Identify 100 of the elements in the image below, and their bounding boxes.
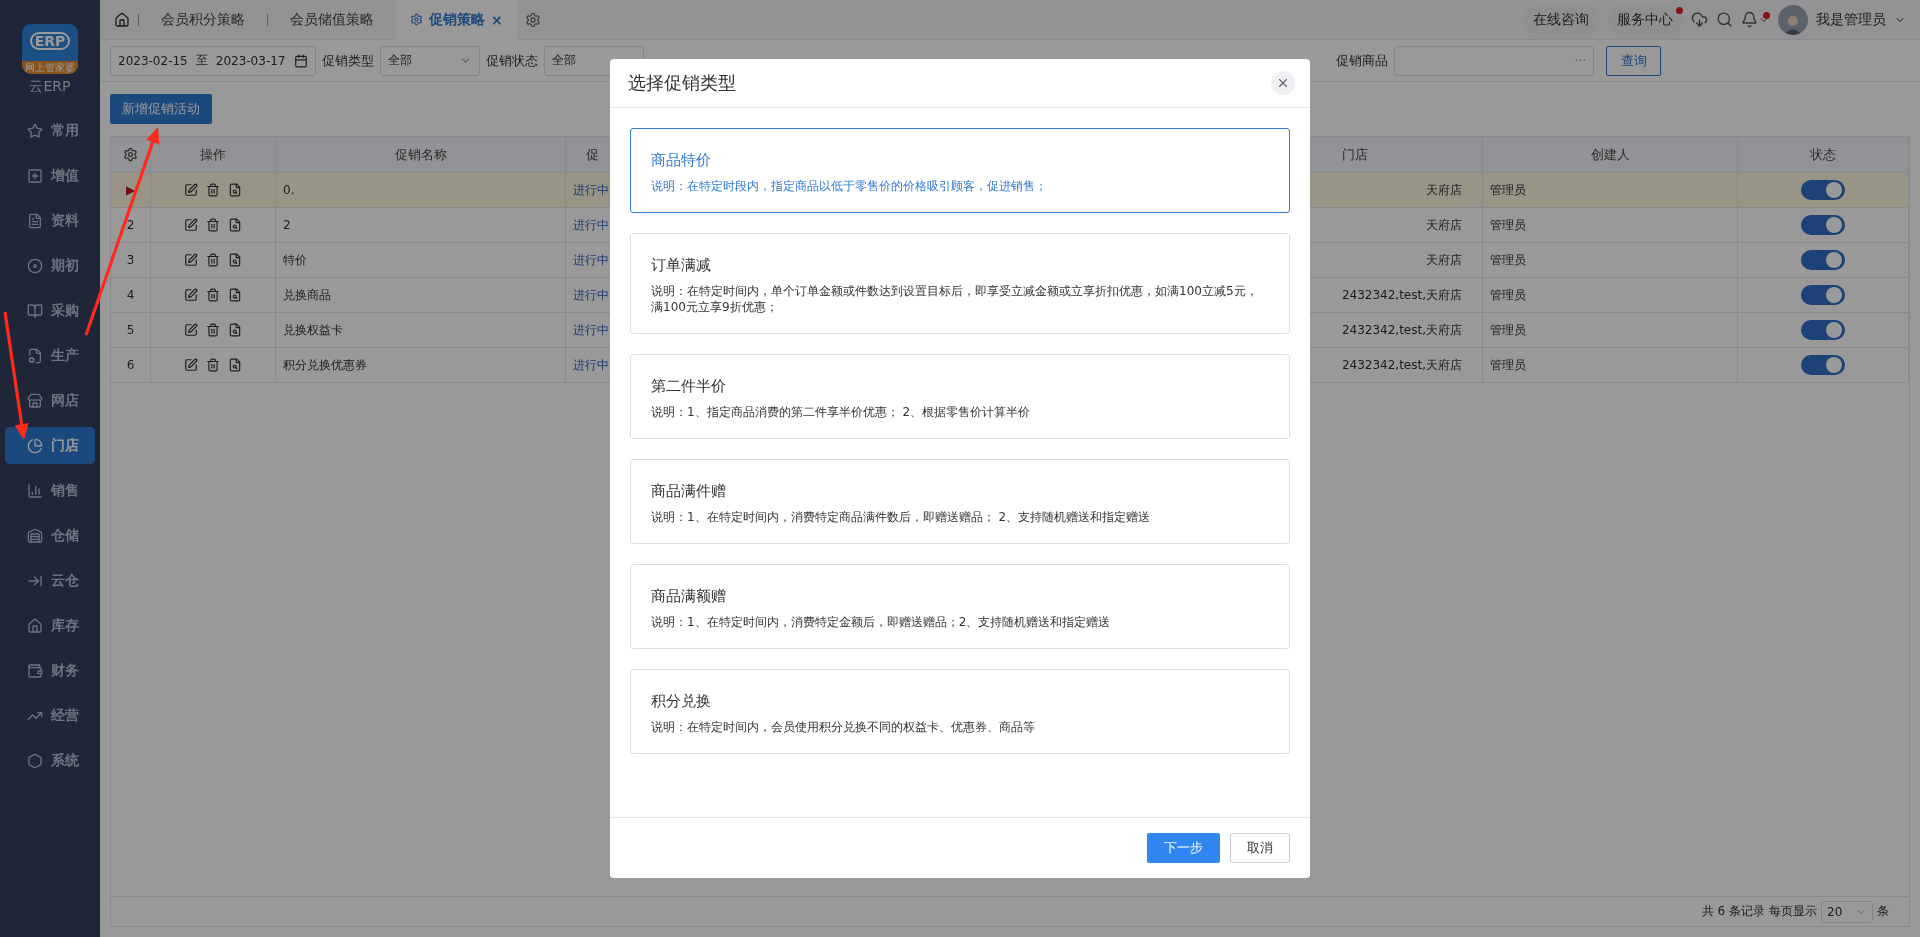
view-icon[interactable] xyxy=(228,323,242,337)
edit-icon[interactable] xyxy=(184,253,198,267)
next-button[interactable]: 下一步 xyxy=(1147,833,1220,863)
document-icon xyxy=(27,212,43,229)
sidebar-item[interactable]: 增值 xyxy=(5,157,95,194)
app-name: 云ERP xyxy=(29,78,71,96)
settings-icon[interactable] xyxy=(524,11,541,28)
cancel-button[interactable]: 取消 xyxy=(1230,833,1290,863)
plus-square-icon xyxy=(27,167,43,184)
table-cell: 积分兑换优惠券 xyxy=(276,348,566,382)
sidebar-item[interactable]: 网店 xyxy=(5,382,95,419)
settings-icon[interactable] xyxy=(123,147,138,162)
star-icon xyxy=(27,122,43,139)
edit-icon[interactable] xyxy=(184,323,198,337)
column-header: 创建人 xyxy=(1483,137,1738,172)
edit-icon[interactable] xyxy=(184,183,198,197)
view-icon[interactable] xyxy=(228,253,242,267)
tab[interactable]: 会员储值策略 xyxy=(276,0,388,40)
promotion-type-option[interactable]: 订单满减 说明：在特定时间内，单个订单金额或件数达到设置目标后，即享受立减金额或立享折扣优惠，如满100立减5元，满100元立享9折优惠； xyxy=(630,233,1290,334)
sidebar-item[interactable]: 系统 xyxy=(5,742,95,779)
view-icon[interactable] xyxy=(228,183,242,197)
status-toggle[interactable] xyxy=(1801,320,1845,340)
table-cell: 兑换权益卡 xyxy=(276,313,566,347)
row-number: 5 xyxy=(111,313,151,347)
type-select[interactable]: 全部 xyxy=(380,45,480,76)
wallet-icon xyxy=(27,662,43,679)
user-name[interactable]: 我是管理员 xyxy=(1816,10,1886,29)
delete-icon[interactable] xyxy=(206,323,220,337)
sidebar-item[interactable]: 资料 xyxy=(5,202,95,239)
search-icon[interactable] xyxy=(1716,11,1733,28)
tab[interactable]: 促销策略 × xyxy=(396,0,517,40)
promotion-type-option[interactable]: 商品满额赠 说明：1、在特定时间内，消费特定金额后，即赠送赠品；2、支持随机赠送和指定赠送 xyxy=(630,564,1290,649)
sidebar-item[interactable]: 常用 xyxy=(5,112,95,149)
promotion-type-option[interactable]: 积分兑换 说明：在特定时间内，会员使用积分兑换不同的权益卡、优惠券、商品等 xyxy=(630,669,1290,754)
table-cell: 0. xyxy=(276,173,566,207)
book-icon xyxy=(27,302,43,319)
close-icon[interactable]: × xyxy=(491,11,503,28)
edit-icon[interactable] xyxy=(184,358,198,372)
bell-button[interactable] xyxy=(1741,11,1770,28)
edit-icon[interactable] xyxy=(184,218,198,232)
logo-mark: ERP xyxy=(29,32,71,50)
status-toggle[interactable] xyxy=(1801,285,1845,305)
delete-icon[interactable] xyxy=(206,218,220,232)
row-number: 4 xyxy=(111,278,151,312)
query-button[interactable]: 查询 xyxy=(1606,45,1661,76)
delete-icon[interactable] xyxy=(206,358,220,372)
close-icon xyxy=(1276,76,1290,90)
view-icon[interactable] xyxy=(228,358,242,372)
filter-label: 促销状态 xyxy=(486,51,538,70)
promotion-type-option[interactable]: 商品满件赠 说明：1、在特定时间内，消费特定商品满件数后，即赠送赠品； 2、支持随机赠送和指定赠送 xyxy=(630,459,1290,544)
option-description: 说明：1、指定商品消费的第二件享半价优惠； 2、根据零售价计算半价 xyxy=(651,404,1032,420)
consult-button[interactable]: 在线咨询 xyxy=(1523,5,1599,34)
calendar-icon xyxy=(293,53,308,68)
house-icon xyxy=(27,617,43,634)
delete-icon[interactable] xyxy=(206,253,220,267)
status-toggle[interactable] xyxy=(1801,250,1845,270)
view-icon[interactable] xyxy=(228,288,242,302)
row-number: 6 xyxy=(111,348,151,382)
sidebar-item[interactable]: 库存 xyxy=(5,607,95,644)
sidebar-item[interactable]: 门店 xyxy=(5,427,95,464)
file-cog-icon xyxy=(27,347,43,364)
sidebar-item[interactable]: 销售 xyxy=(5,472,95,509)
status-toggle[interactable] xyxy=(1801,215,1845,235)
sidebar-item[interactable]: 经营 xyxy=(5,697,95,734)
sidebar-item[interactable]: 云仓 xyxy=(5,562,95,599)
goods-field[interactable]: ··· xyxy=(1394,45,1594,76)
unit-label: 条 xyxy=(1877,903,1889,920)
option-description: 说明：在特定时段内，指定商品以低于零售价的价格吸引顾客，促进销售； xyxy=(651,178,1048,194)
service-button[interactable]: 服务中心 xyxy=(1607,5,1683,34)
promotion-type-option[interactable]: 第二件半价 说明：1、指定商品消费的第二件享半价优惠； 2、根据零售价计算半价 xyxy=(630,354,1290,439)
status-toggle[interactable] xyxy=(1801,355,1845,375)
option-description: 说明：1、在特定时间内，消费特定商品满件数后，即赠送赠品； 2、支持随机赠送和指定赠送 xyxy=(651,509,1152,525)
per-page-select[interactable]: 20 xyxy=(1821,900,1873,923)
table-cell: 兑换商品 xyxy=(276,278,566,312)
status-toggle[interactable] xyxy=(1801,180,1845,200)
bar-chart-icon xyxy=(27,482,43,499)
tab[interactable]: 会员积分策略 xyxy=(147,0,259,40)
cloud-download-icon[interactable] xyxy=(1691,11,1708,28)
promotion-type-option[interactable]: 商品特价 说明：在特定时段内，指定商品以低于零售价的价格吸引顾客，促进销售； xyxy=(630,128,1290,213)
table-cell: 管理员 xyxy=(1483,278,1738,312)
add-promotion-button[interactable]: 新增促销活动 xyxy=(110,94,212,124)
close-button[interactable] xyxy=(1271,71,1295,95)
sidebar-item[interactable]: 期初 xyxy=(5,247,95,284)
sidebar-item[interactable]: 生产 xyxy=(5,337,95,374)
delete-icon[interactable] xyxy=(206,288,220,302)
edit-icon[interactable] xyxy=(184,288,198,302)
delete-icon[interactable] xyxy=(206,183,220,197)
sidebar-item[interactable]: 采购 xyxy=(5,292,95,329)
disc-icon xyxy=(27,257,43,274)
sidebar-item[interactable]: 财务 xyxy=(5,652,95,689)
pie-chart-icon xyxy=(27,437,43,454)
view-icon[interactable] xyxy=(228,218,242,232)
avatar[interactable] xyxy=(1778,4,1808,35)
filter-label: 促销商品 xyxy=(1336,51,1388,70)
warehouse-icon xyxy=(27,527,43,544)
record-count: 共 6 条记录 xyxy=(1701,903,1765,920)
sidebar-item[interactable]: 仓储 xyxy=(5,517,95,554)
date-range-field[interactable]: 2023-02-15 至 2023-03-17 xyxy=(110,45,316,76)
filter-label: 促销类型 xyxy=(322,51,374,70)
home-icon[interactable] xyxy=(114,11,130,28)
